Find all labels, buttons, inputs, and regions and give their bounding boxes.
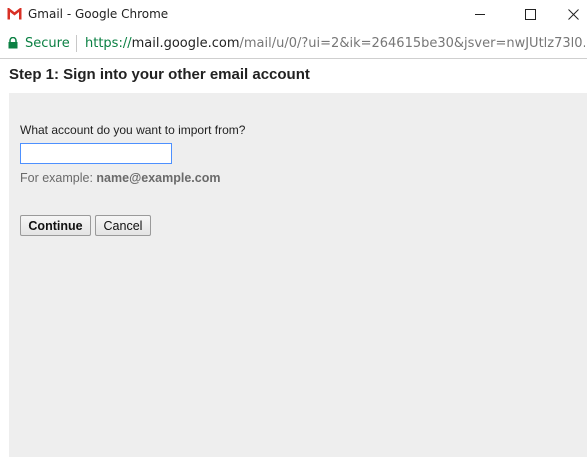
example-hint: For example: name@example.com <box>20 171 220 185</box>
page-heading: Step 1: Sign into your other email accou… <box>9 66 310 83</box>
account-question-label: What account do you want to import from? <box>20 123 246 137</box>
example-prefix: For example: <box>20 171 97 185</box>
continue-button[interactable]: Continue <box>20 215 91 236</box>
close-icon <box>567 8 579 20</box>
window-titlebar: Gmail - Google Chrome <box>0 0 587 28</box>
maximize-button[interactable] <box>508 0 552 28</box>
close-button[interactable] <box>551 0 587 28</box>
lock-icon <box>8 37 18 49</box>
url-path: /mail/u/0/?ui=2&ik=264615be30&jsver=nwJU… <box>239 36 585 51</box>
url-host: mail.google.com <box>131 36 240 51</box>
address-separator <box>76 35 77 52</box>
url-text[interactable]: https://mail.google.com/mail/u/0/?ui=2&i… <box>85 36 585 51</box>
email-address-input[interactable] <box>20 143 172 164</box>
address-bar[interactable]: Secure https://mail.google.com/mail/u/0/… <box>0 28 587 59</box>
example-email: name@example.com <box>96 171 221 185</box>
window-title: Gmail - Google Chrome <box>28 7 169 21</box>
secure-label[interactable]: Secure <box>25 36 70 51</box>
minimize-button[interactable] <box>458 0 502 28</box>
url-scheme: https:// <box>85 36 132 51</box>
import-panel: What account do you want to import from?… <box>9 93 587 457</box>
cancel-button[interactable]: Cancel <box>95 215 151 236</box>
maximize-icon <box>524 8 536 20</box>
gmail-icon <box>7 7 22 20</box>
minimize-icon <box>474 13 485 15</box>
